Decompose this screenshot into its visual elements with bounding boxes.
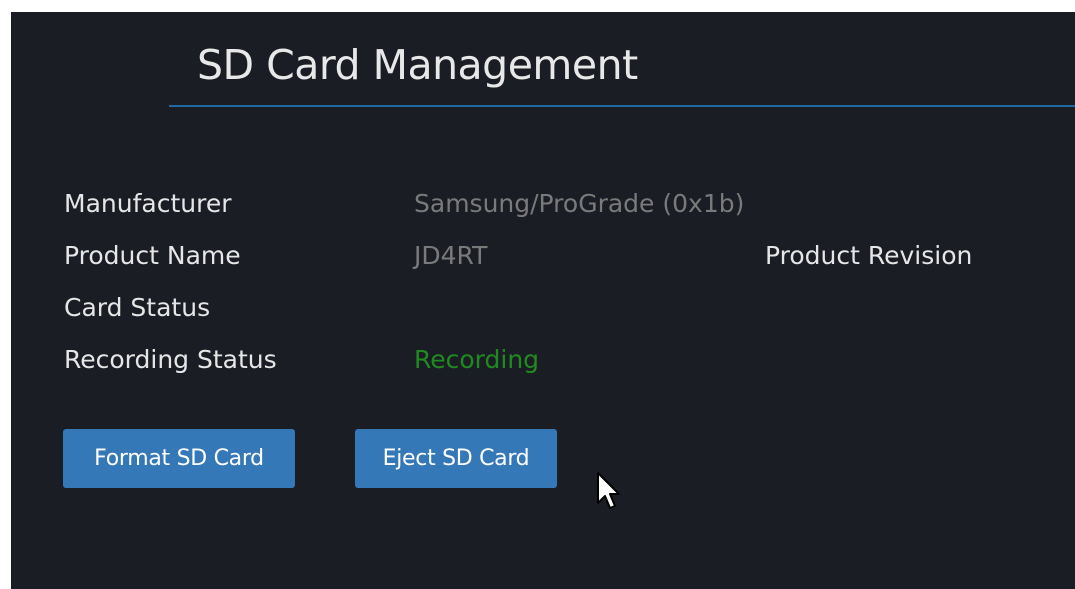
title-divider <box>169 105 1075 107</box>
format-sd-card-button[interactable]: Format SD Card <box>63 429 295 488</box>
recording-status-label: Recording Status <box>64 345 277 374</box>
manufacturer-value: Samsung/ProGrade (0x1b) <box>414 189 745 218</box>
manufacturer-label: Manufacturer <box>64 189 232 218</box>
card-status-label: Card Status <box>64 293 211 322</box>
mouse-pointer-icon <box>597 472 620 509</box>
eject-sd-card-button[interactable]: Eject SD Card <box>355 429 557 488</box>
product-revision-label: Product Revision <box>765 241 973 270</box>
product-name-label: Product Name <box>64 241 241 270</box>
product-name-value: JD4RT <box>414 241 488 270</box>
recording-status-value: Recording <box>414 345 540 374</box>
sd-card-management-panel: SD Card Management Manufacturer Samsung/… <box>11 12 1075 589</box>
page-title: SD Card Management <box>197 41 638 89</box>
